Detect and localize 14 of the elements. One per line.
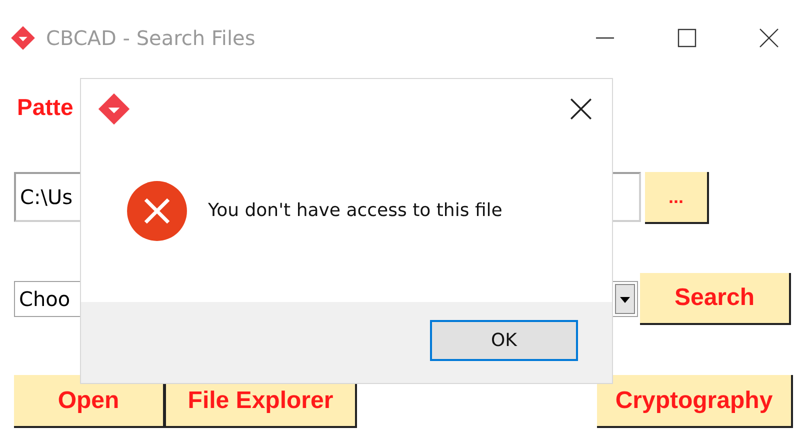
app-logo-icon <box>97 92 131 126</box>
close-icon[interactable] <box>759 28 779 48</box>
close-icon[interactable] <box>570 98 592 120</box>
browse-button[interactable]: ... <box>645 172 709 224</box>
pattern-label: Patte <box>17 94 74 121</box>
ok-button[interactable]: OK <box>430 320 578 361</box>
action-button[interactable]: Cryptography <box>597 375 793 428</box>
app-logo-icon <box>10 25 36 51</box>
action-button[interactable]: Open <box>14 375 165 428</box>
error-message: You don't have access to this file <box>208 200 502 221</box>
window-title: CBCAD - Search Files <box>46 26 256 50</box>
search-button[interactable]: Search <box>640 273 791 325</box>
maximize-icon[interactable] <box>677 28 697 48</box>
error-icon <box>126 180 188 242</box>
